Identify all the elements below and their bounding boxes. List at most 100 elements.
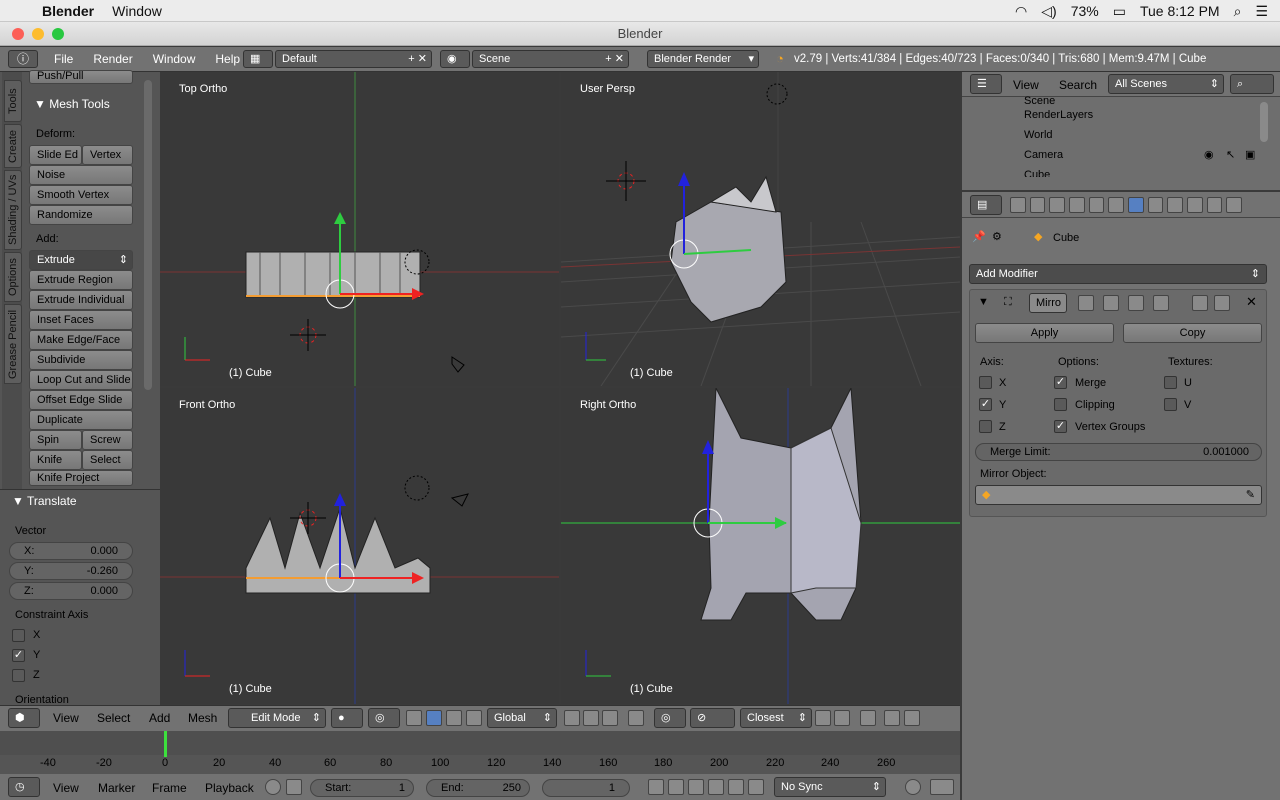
randomize-button[interactable]: Randomize xyxy=(29,205,133,225)
battery-label[interactable]: 73% xyxy=(1071,3,1099,19)
spin-button[interactable]: Spin xyxy=(29,430,82,450)
outliner-scrollbar[interactable] xyxy=(1260,102,1268,142)
axis-x-checkbox[interactable] xyxy=(979,376,992,389)
end-frame-field[interactable]: End: 250 xyxy=(426,779,530,797)
occlude-geometry-icon[interactable] xyxy=(628,710,644,726)
physics-tab-icon[interactable] xyxy=(1226,197,1243,213)
timeline-editor-icon[interactable]: ◷ xyxy=(8,777,40,797)
prev-keyframe-icon[interactable] xyxy=(668,779,684,795)
viewport-right-ortho[interactable]: Right Ortho (1) Cube xyxy=(561,388,960,704)
outliner-item-world[interactable]: World xyxy=(1024,129,1053,141)
tab-options[interactable]: Options xyxy=(4,252,22,302)
inset-faces-button[interactable]: Inset Faces xyxy=(29,310,133,330)
rotate-manipulator-icon[interactable] xyxy=(446,710,462,726)
spotlight-icon[interactable]: ⌕ xyxy=(1234,3,1242,20)
render-tab-icon[interactable] xyxy=(1010,197,1026,213)
outliner-editor-icon[interactable]: ☰ xyxy=(970,74,1002,94)
texture-v-checkbox[interactable] xyxy=(1164,398,1177,411)
render-toggle-icon[interactable]: ▣ xyxy=(1245,148,1255,161)
smooth-vertex-button[interactable]: Smooth Vertex xyxy=(29,185,133,205)
mirror-object-field[interactable]: ◆ ✎ xyxy=(975,485,1262,505)
render-layers-tab-icon[interactable] xyxy=(1029,197,1046,213)
mac-window-menu[interactable]: Window xyxy=(112,3,162,19)
cursor-icon[interactable]: ↖ xyxy=(1226,148,1235,161)
constraint-y-checkbox[interactable]: ✓ xyxy=(12,649,25,662)
constraint-z-checkbox[interactable] xyxy=(12,669,25,682)
outliner-menu-view[interactable]: View xyxy=(1013,78,1039,92)
battery-icon[interactable]: ▭ xyxy=(1113,3,1126,20)
modifier-name-field[interactable]: Mirro xyxy=(1029,293,1067,313)
outliner-item-scene[interactable]: Scene xyxy=(1024,95,1055,107)
timeline-menu-view[interactable]: View xyxy=(53,781,79,795)
vertex-slide-button[interactable]: Vertex xyxy=(82,145,133,165)
modifier-cage-icon[interactable] xyxy=(1153,295,1169,311)
snap-align-icon[interactable] xyxy=(815,710,831,726)
move-up-icon[interactable] xyxy=(1192,295,1208,311)
volume-icon[interactable]: ◁) xyxy=(1041,3,1056,20)
knife-project-button[interactable]: Knife Project xyxy=(29,470,133,486)
outliner-item-camera[interactable]: Camera xyxy=(1024,149,1063,161)
snap-project-icon[interactable] xyxy=(834,710,850,726)
scene-tab-icon[interactable] xyxy=(1049,197,1066,213)
timeline-playhead[interactable] xyxy=(164,731,167,757)
3d-menu-view[interactable]: View xyxy=(53,711,79,725)
subdivide-button[interactable]: Subdivide xyxy=(29,350,133,370)
current-frame-field[interactable]: 1 xyxy=(542,779,630,797)
record-icon[interactable] xyxy=(905,779,921,795)
scene-icon[interactable]: ◉ xyxy=(440,50,470,68)
extrude-individual-button[interactable]: Extrude Individual xyxy=(29,290,133,310)
menu-window[interactable]: Window xyxy=(153,52,196,66)
texture-u-checkbox[interactable] xyxy=(1164,376,1177,389)
3d-menu-add[interactable]: Add xyxy=(149,711,170,725)
modifier-realtime-icon[interactable] xyxy=(1103,295,1119,311)
3d-view-editor-icon[interactable]: ⬢ xyxy=(8,708,40,728)
vector-y-field[interactable]: Y: -0.260 xyxy=(9,562,133,580)
snap-toggle[interactable]: ⊘ xyxy=(690,708,735,728)
viewport-front-ortho[interactable]: Front Ortho (1) Cube xyxy=(160,388,559,704)
scene-select[interactable]: Scene + ✕ xyxy=(472,50,629,68)
editor-type-icon[interactable]: ⓘ xyxy=(8,50,38,68)
screw-button[interactable]: Screw xyxy=(82,430,133,450)
offset-edge-slide-button[interactable]: Offset Edge Slide xyxy=(29,390,133,410)
manipulator-icon[interactable] xyxy=(406,710,422,726)
outliner-search-icon[interactable]: ⌕ xyxy=(1230,74,1274,94)
vector-x-field[interactable]: X: 0.000 xyxy=(9,542,133,560)
3d-menu-mesh[interactable]: Mesh xyxy=(188,711,217,725)
menu-render[interactable]: Render xyxy=(93,52,132,66)
apply-button[interactable]: Apply xyxy=(975,323,1114,343)
translate-title[interactable]: ▼ Translate xyxy=(12,494,77,508)
3d-menu-select[interactable]: Select xyxy=(97,711,130,725)
orientation-select[interactable]: Global ⇕ xyxy=(487,708,557,728)
shading-select[interactable]: ● xyxy=(331,708,363,728)
render-animation-icon[interactable] xyxy=(884,710,900,726)
tab-grease-pencil[interactable]: Grease Pencil xyxy=(4,304,22,384)
start-frame-field[interactable]: Start: 1 xyxy=(310,779,414,797)
remove-modifier-icon[interactable]: ✕ xyxy=(1246,294,1257,310)
keying-icon[interactable] xyxy=(265,779,281,795)
noise-button[interactable]: Noise xyxy=(29,165,133,185)
duplicate-button[interactable]: Duplicate xyxy=(29,410,133,430)
tab-tools[interactable]: Tools xyxy=(4,80,22,122)
outliner-item-cube[interactable]: Cube xyxy=(1024,169,1050,177)
pivot-select[interactable]: ◎ xyxy=(368,708,400,728)
jump-end-icon[interactable] xyxy=(748,779,764,795)
translate-manipulator-icon[interactable] xyxy=(426,710,442,726)
extrude-region-button[interactable]: Extrude Region xyxy=(29,270,133,290)
minimize-window-button[interactable] xyxy=(32,28,44,40)
edge-select-icon[interactable] xyxy=(583,710,599,726)
mesh-tools-title[interactable]: ▼ Mesh Tools xyxy=(34,97,110,111)
face-select-icon[interactable] xyxy=(602,710,618,726)
opengl-render-icon[interactable] xyxy=(860,710,876,726)
clock[interactable]: Tue 8:12 PM xyxy=(1140,3,1220,19)
modifier-render-icon[interactable] xyxy=(1078,295,1094,311)
knife-button[interactable]: Knife xyxy=(29,450,82,470)
render-still-icon[interactable] xyxy=(904,710,920,726)
make-edge-face-button[interactable]: Make Edge/Face xyxy=(29,330,133,350)
copy-button[interactable]: Copy xyxy=(1123,323,1262,343)
tab-shading-uvs[interactable]: Shading / UVs xyxy=(4,170,22,250)
eyedropper-icon[interactable]: ✎ xyxy=(1246,486,1255,504)
tab-create[interactable]: Create xyxy=(4,124,22,168)
timeline-menu-frame[interactable]: Frame xyxy=(152,781,187,795)
viewport-user-persp[interactable]: User Persp (1) Cube xyxy=(561,72,960,386)
play-reverse-icon[interactable] xyxy=(688,779,704,795)
